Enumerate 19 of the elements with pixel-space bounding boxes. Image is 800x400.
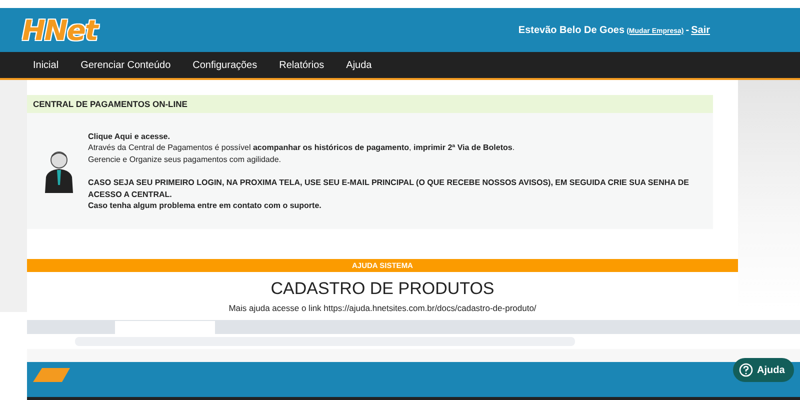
info-text: Caso tenha algum problema entre em contato com o suporte.: [88, 200, 322, 212]
separator: -: [686, 24, 690, 36]
info-text: CASO SEJA SEU PRIMEIRO LOGIN, NA PROXIMA TELA, USE SEU E-MAIL PRINCIPAL (O QUE RECEBE NOSSOS AVISOS), EM SEGUIDA CRIE SUA SENHA DE ACESSO A CENTRAL.: [88, 177, 690, 200]
info-text: Através da Central de Pagamentos é possível acompanhar os históricos de pagamento, imprimir 2ª Via de Boletos.: [88, 142, 516, 154]
logout-link[interactable]: Sair: [691, 24, 710, 36]
help-title: CADASTRO DE PRODUTOS: [270, 279, 496, 299]
nav-item[interactable]: Inicial: [33, 60, 59, 70]
help-icon: [739, 363, 753, 377]
panel-title: CENTRAL DE PAGAMENTOS ON-LINE: [27, 95, 713, 113]
info-text: Gerencie e Organize seus pagamentos com agilidade.: [88, 154, 282, 165]
nav-item[interactable]: Configurações: [192, 60, 258, 70]
user-avatar-icon: [44, 149, 74, 193]
user-name: Estevão Belo De Goes: [518, 24, 625, 36]
help-button[interactable]: Ajuda: [733, 358, 794, 382]
nav-item[interactable]: Relatórios: [279, 60, 324, 70]
nav-item[interactable]: Ajuda: [346, 60, 372, 70]
help-link-text: Mais ajuda acesse o link https://ajuda.hnetsites.com.br/docs/cadastro-de-produto/: [228, 303, 538, 313]
info-text: Clique Aqui e acesse.: [88, 130, 171, 142]
nav-item[interactable]: Gerenciar Conteúdo: [80, 60, 171, 70]
